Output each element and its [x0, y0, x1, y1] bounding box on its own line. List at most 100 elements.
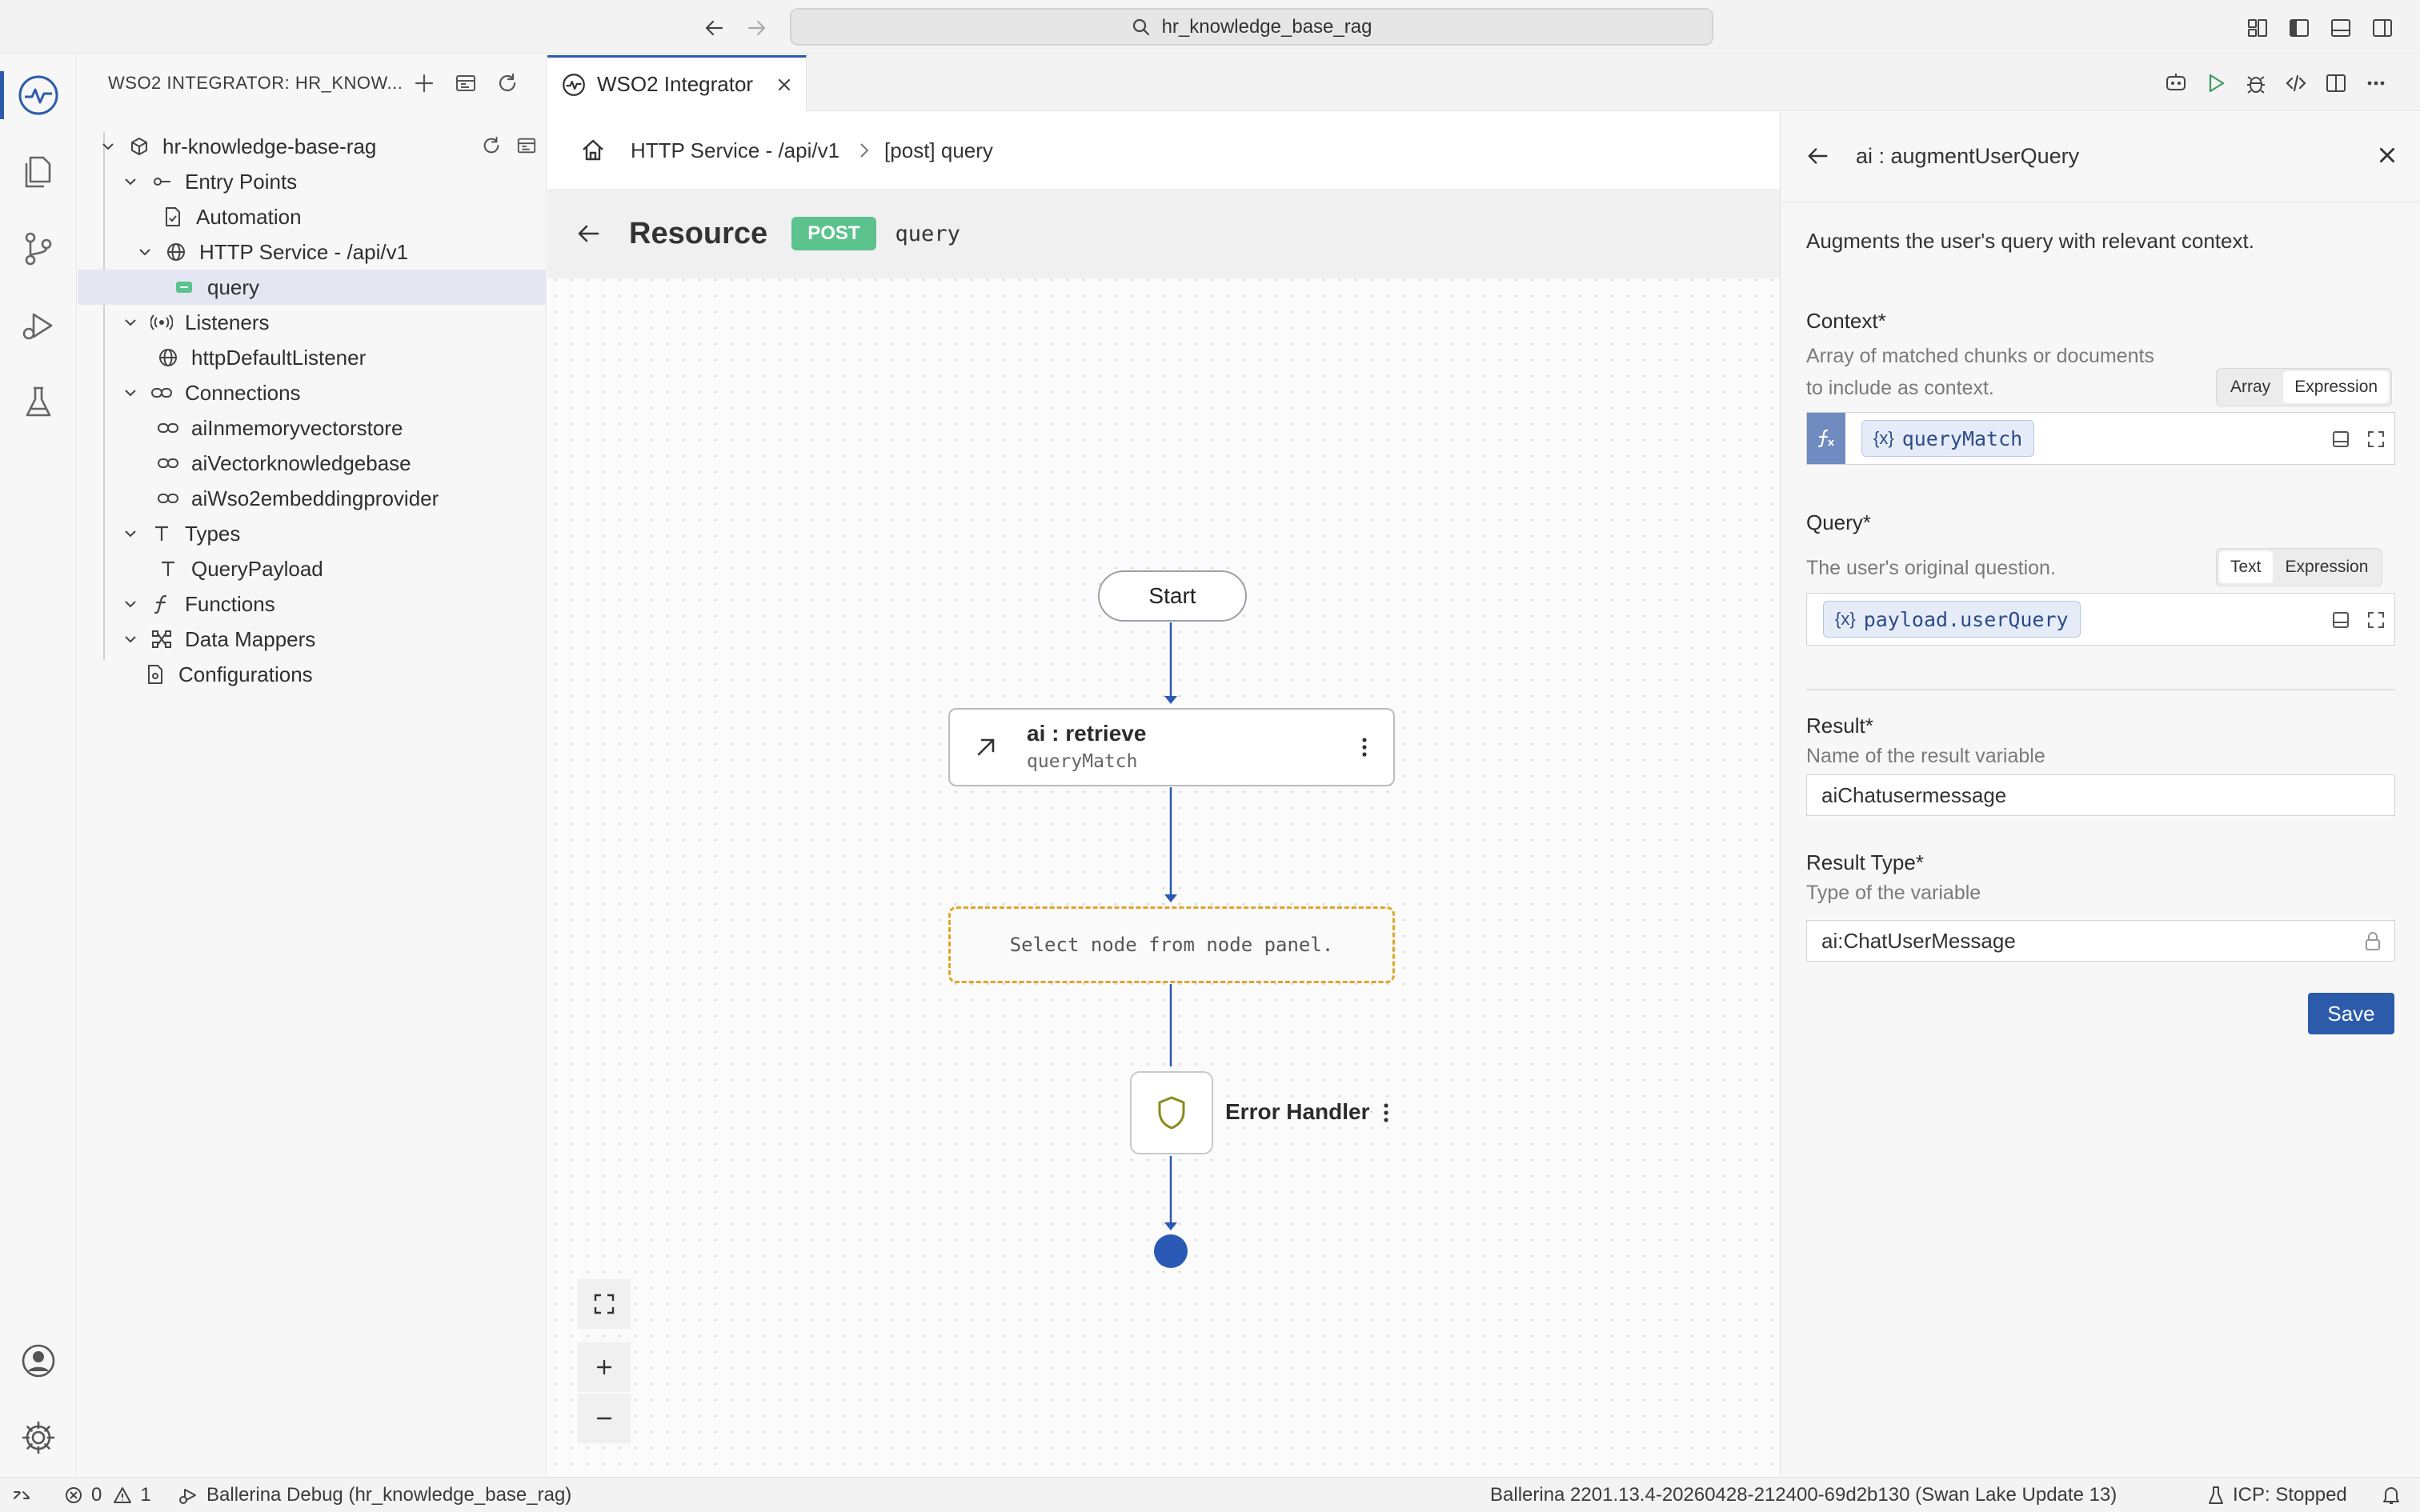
- wso2-integrator-activity-icon[interactable]: [0, 57, 77, 134]
- problems-indicator[interactable]: 0 1: [64, 1478, 151, 1512]
- result-variable-input[interactable]: aiChatusermessage: [1806, 774, 2395, 816]
- accounts-icon[interactable]: [0, 1322, 77, 1399]
- query-expression-field[interactable]: {x} payload.userQuery: [1806, 593, 2395, 646]
- tree-http-service[interactable]: HTTP Service - /api/v1: [78, 234, 547, 270]
- toggle-secondary-sidebar-icon[interactable]: [2369, 14, 2396, 42]
- zoom-out-button[interactable]: [578, 1394, 631, 1443]
- show-source-code-icon[interactable]: [2282, 70, 2310, 97]
- save-button[interactable]: Save: [2308, 993, 2394, 1034]
- node-more-icon[interactable]: [1360, 734, 1369, 761]
- toggle-panel-icon[interactable]: [2327, 14, 2354, 42]
- tree-connection-item[interactable]: aiVectorknowledgebase: [78, 446, 547, 481]
- tree-entry-points[interactable]: Entry Points: [78, 164, 547, 199]
- close-tab-icon[interactable]: [775, 76, 793, 94]
- tree-listeners[interactable]: Listeners: [78, 305, 547, 340]
- testing-flask-icon[interactable]: [0, 364, 77, 441]
- customize-layout-icon[interactable]: [2244, 14, 2271, 42]
- tree-label: Automation: [196, 204, 302, 229]
- expand-editor-icon[interactable]: [2364, 427, 2388, 451]
- error-handler-more-icon[interactable]: [1381, 1099, 1391, 1126]
- variable-badge-icon: {x}: [1873, 428, 1894, 448]
- debug-label: Ballerina Debug (hr_knowledge_base_rag): [206, 1484, 572, 1506]
- run-and-debug-icon[interactable]: [0, 287, 77, 364]
- tree-http-listener[interactable]: httpDefaultListener: [78, 340, 547, 375]
- variable-chip[interactable]: {x} queryMatch: [1861, 420, 2035, 457]
- variable-chip[interactable]: {x} payload.userQuery: [1823, 601, 2081, 638]
- tree-label: aiInmemoryvectorstore: [191, 415, 403, 440]
- close-panel-icon[interactable]: [2376, 144, 2398, 166]
- run-play-icon[interactable]: [2202, 70, 2230, 97]
- mode-expression-option[interactable]: Expression: [2274, 551, 2380, 583]
- copilot-chat-icon[interactable]: [2162, 70, 2190, 97]
- expand-editor-icon[interactable]: [2364, 608, 2388, 632]
- context-description-line2: to include as context.: [1806, 377, 1994, 399]
- tree-data-mappers[interactable]: Data Mappers: [78, 622, 547, 657]
- tree-configurations[interactable]: Configurations: [78, 657, 547, 692]
- tree-connections[interactable]: Connections: [78, 375, 547, 410]
- forward-arrow-icon[interactable]: [743, 14, 770, 42]
- context-mode-toggle: Array Expression: [2216, 368, 2393, 406]
- tree-functions[interactable]: Functions: [78, 586, 547, 622]
- flow-diagram-canvas[interactable]: HTTP Service - /api/v1 [post] query Reso…: [547, 112, 1780, 1476]
- explorer-files-icon[interactable]: [0, 134, 77, 210]
- context-expression-field[interactable]: {x} queryMatch: [1806, 412, 2395, 465]
- tree-connection-item[interactable]: aiWso2embeddingprovider: [78, 481, 547, 516]
- fit-to-screen-button[interactable]: [578, 1279, 631, 1329]
- ai-retrieve-node[interactable]: ai : retrieve queryMatch: [948, 708, 1395, 786]
- mode-array-option[interactable]: Array: [2219, 371, 2282, 403]
- toggle-primary-sidebar-icon[interactable]: [2286, 14, 2313, 42]
- refresh-icon[interactable]: [494, 70, 521, 97]
- debug-session-indicator[interactable]: Ballerina Debug (hr_knowledge_base_rag): [178, 1478, 571, 1512]
- debug-bug-icon[interactable]: [2242, 70, 2270, 97]
- chevron-down-icon: [119, 522, 142, 545]
- zoom-in-button[interactable]: [578, 1342, 631, 1392]
- more-actions-icon[interactable]: [2362, 70, 2390, 97]
- tree-automation[interactable]: Automation: [78, 199, 547, 234]
- add-plus-icon[interactable]: [411, 70, 438, 97]
- query-mode-toggle: Text Expression: [2216, 548, 2383, 586]
- ballerina-version[interactable]: Ballerina 2201.13.4-20260428-212400-69d2…: [1490, 1478, 2117, 1512]
- icp-status[interactable]: ICP: Stopped: [2207, 1478, 2347, 1512]
- type-t-icon: [150, 522, 174, 546]
- lock-icon: [2364, 931, 2382, 952]
- start-node[interactable]: Start: [1098, 570, 1247, 622]
- function-fx-icon[interactable]: [1807, 413, 1845, 464]
- editor-tabs-bar: WSO2 Integrator: [547, 55, 2420, 111]
- tree-query-resource[interactable]: query: [78, 270, 547, 305]
- open-helper-icon[interactable]: [2329, 427, 2353, 451]
- icp-status-label: ICP: Stopped: [2233, 1484, 2347, 1506]
- split-editor-icon[interactable]: [2322, 70, 2350, 97]
- activity-bar: [0, 55, 77, 1476]
- manage-gear-icon[interactable]: [0, 1399, 77, 1476]
- config-file-icon: [143, 662, 167, 686]
- empty-node-placeholder[interactable]: Select node from node panel.: [948, 906, 1395, 983]
- remote-indicator-icon[interactable]: [11, 1478, 32, 1512]
- mode-text-option[interactable]: Text: [2219, 551, 2273, 583]
- project-refresh-icon[interactable]: [478, 132, 505, 159]
- error-handler-node[interactable]: [1130, 1071, 1213, 1154]
- tree-connection-item[interactable]: aiInmemoryvectorstore: [78, 410, 547, 446]
- chevron-down-icon: [119, 593, 142, 615]
- result-label: Result*: [1806, 714, 1873, 738]
- source-control-icon[interactable]: [0, 210, 77, 287]
- tree-project-root[interactable]: hr-knowledge-base-rag: [78, 129, 547, 164]
- tree-label: HTTP Service - /api/v1: [199, 239, 409, 264]
- back-arrow-icon[interactable]: [1806, 144, 1830, 168]
- back-arrow-icon[interactable]: [701, 14, 728, 42]
- tree-types[interactable]: Types: [78, 516, 547, 551]
- tree-type-item[interactable]: QueryPayload: [78, 551, 547, 586]
- open-helper-icon[interactable]: [2329, 608, 2353, 632]
- chevron-down-icon: [134, 241, 156, 263]
- overview-panel-icon[interactable]: [452, 70, 479, 97]
- mode-expression-option[interactable]: Expression: [2283, 371, 2390, 403]
- query-description: The user's original question.: [1806, 557, 2056, 579]
- tab-wso2-integrator[interactable]: WSO2 Integrator: [547, 55, 807, 111]
- notifications-bell-icon[interactable]: [2382, 1478, 2401, 1512]
- project-overview-icon[interactable]: [513, 132, 540, 159]
- panel-description: Augments the user's query with relevant …: [1806, 229, 2254, 253]
- flow-connectors: [1164, 622, 1177, 1230]
- context-description-line1: Array of matched chunks or documents: [1806, 345, 2154, 367]
- tab-label: WSO2 Integrator: [597, 72, 754, 96]
- command-center-search[interactable]: hr_knowledge_base_rag: [790, 8, 1713, 46]
- node-result-var: queryMatch: [1027, 751, 1138, 772]
